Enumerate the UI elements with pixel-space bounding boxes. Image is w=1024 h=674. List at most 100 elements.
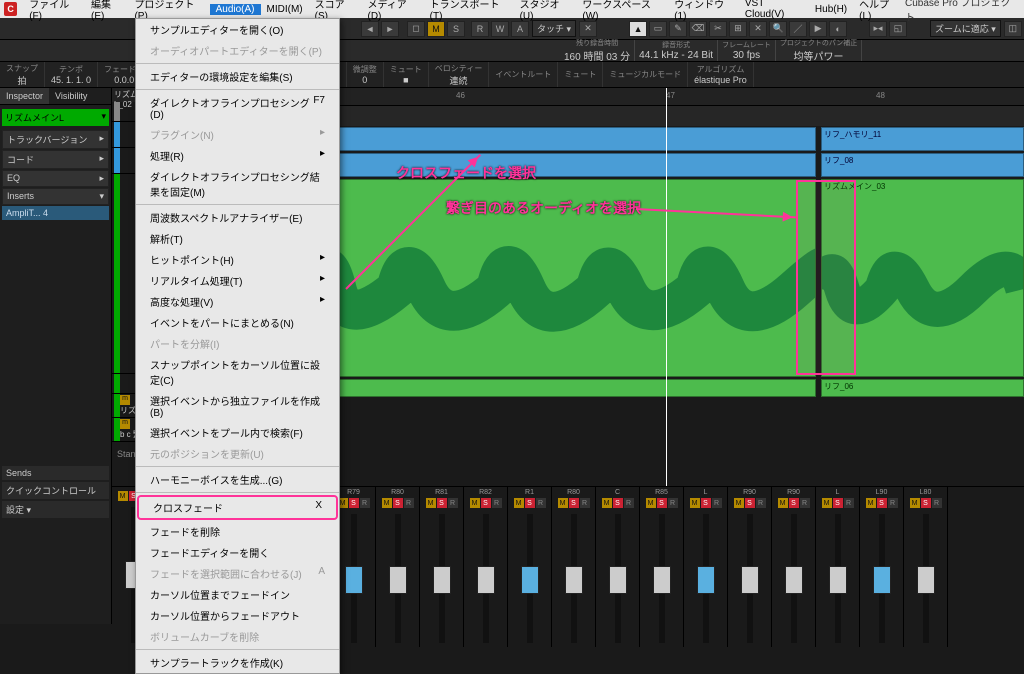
info-cell[interactable]: 微調整0 bbox=[347, 62, 384, 87]
menu-item[interactable]: 選択イベントをプール内で検索(F) bbox=[136, 422, 339, 443]
menu-item: フェードを選択範囲に合わせる(J)A bbox=[136, 563, 339, 584]
menu-item[interactable]: フェードを削除 bbox=[136, 521, 339, 542]
menu-item[interactable]: ダイレクトオフラインプロセシング結果を固定(M) bbox=[136, 166, 339, 202]
snap-toggle[interactable]: ▸◂ bbox=[869, 21, 887, 37]
inspector-sends[interactable]: Sends bbox=[2, 466, 109, 480]
automation-mode[interactable]: タッチ ▾ bbox=[532, 20, 576, 37]
channel-strip[interactable]: R1MSR bbox=[508, 487, 552, 647]
tab-visibility[interactable]: Visibility bbox=[49, 88, 93, 104]
read-automation[interactable]: R bbox=[471, 21, 489, 37]
menu-item: パートを分解(I) bbox=[136, 333, 339, 354]
channel-strip[interactable]: R81MSR bbox=[420, 487, 464, 647]
tool-glue-icon[interactable]: ⊞ bbox=[729, 21, 747, 37]
channel-strip[interactable]: L90MSR bbox=[860, 487, 904, 647]
inspector-eq[interactable]: EQ▸ bbox=[2, 170, 109, 187]
menu-item[interactable]: カーソル位置からフェードアウト bbox=[136, 605, 339, 626]
info-cell[interactable]: アルゴリズムélastique Pro bbox=[688, 62, 754, 87]
menu-item[interactable]: エディターの環境設定を編集(S) bbox=[136, 66, 339, 87]
menu-transport[interactable]: トランスポート(T) bbox=[424, 0, 514, 22]
history-fwd-icon[interactable]: ► bbox=[381, 21, 399, 37]
info-cell[interactable]: ベロシティー連続 bbox=[429, 62, 490, 87]
channel-strip[interactable]: R90MSR bbox=[772, 487, 816, 647]
inspector-inserts[interactable]: Inserts▾ bbox=[2, 188, 109, 205]
menu-item[interactable]: 選択イベントから独立ファイルを作成(B) bbox=[136, 390, 339, 422]
menu-item[interactable]: 解析(T) bbox=[136, 228, 339, 249]
mute-button[interactable]: M bbox=[427, 21, 445, 37]
menu-bar: C ファイル(F) 編集(E) プロジェクト(P) Audio(A) MIDI(… bbox=[0, 0, 1024, 18]
constrain-icon[interactable]: ◻ bbox=[407, 21, 425, 37]
menu-item: 元のポジションを更新(U) bbox=[136, 443, 339, 464]
menu-item[interactable]: サンプルエディターを開く(O) bbox=[136, 19, 339, 40]
menu-item[interactable]: 周波数スペクトルアナライザー(E) bbox=[136, 207, 339, 228]
automation-a[interactable]: A bbox=[511, 21, 529, 37]
menu-media[interactable]: メディア(D) bbox=[362, 0, 424, 22]
menu-studio[interactable]: スタジオ(U) bbox=[514, 0, 577, 22]
inspector-lower: Sends クイックコントロール 設定 ▾ bbox=[0, 464, 112, 624]
menu-vstcloud[interactable]: VST Cloud(V) bbox=[739, 0, 809, 20]
channel-strip[interactable]: R90MSR bbox=[728, 487, 772, 647]
channel-strip[interactable]: L80MSR bbox=[904, 487, 948, 647]
info-cell[interactable]: ミュート■ bbox=[384, 62, 429, 87]
menu-item[interactable]: スナップポイントをカーソル位置に設定(C) bbox=[136, 354, 339, 390]
channel-strip[interactable]: R80MSR bbox=[376, 487, 420, 647]
menu-hub[interactable]: Hub(H) bbox=[809, 4, 853, 15]
menu-item[interactable]: カーソル位置までフェードイン bbox=[136, 584, 339, 605]
menu-item[interactable]: サンプラートラックを作成(K) bbox=[136, 652, 339, 673]
tool-scissors-icon[interactable]: ✂ bbox=[709, 21, 727, 37]
inspector-settings[interactable]: 設定 ▾ bbox=[2, 501, 109, 518]
inspector-chord[interactable]: コード▸ bbox=[2, 150, 109, 169]
inspector-track-name[interactable]: リズムメインL▾ bbox=[2, 109, 109, 126]
tool-range-icon[interactable]: ▭ bbox=[649, 21, 667, 37]
menu-item[interactable]: ハーモニーボイスを生成...(G) bbox=[136, 469, 339, 490]
menu-item[interactable]: 処理(R)▸ bbox=[136, 145, 339, 166]
menu-item[interactable]: ダイレクトオフラインプロセシング(D)F7 bbox=[136, 92, 339, 124]
channel-strip[interactable]: R82MSR bbox=[464, 487, 508, 647]
menu-help[interactable]: ヘルプ(L) bbox=[853, 0, 905, 22]
menu-audio[interactable]: Audio(A) bbox=[210, 4, 261, 15]
tool-pencil-icon[interactable]: ✎ bbox=[669, 21, 687, 37]
channel-strip[interactable]: R80MSR bbox=[552, 487, 596, 647]
playhead[interactable] bbox=[666, 88, 667, 486]
menu-workspace[interactable]: ワークスペース(W) bbox=[576, 0, 668, 22]
menu-file[interactable]: ファイル(F) bbox=[23, 0, 85, 22]
inspector-quick[interactable]: クイックコントロール bbox=[2, 482, 109, 499]
menu-item[interactable]: リアルタイム処理(T)▸ bbox=[136, 270, 339, 291]
info-cell[interactable]: イベントルート bbox=[489, 62, 558, 87]
tool-erase-icon[interactable]: ⌫ bbox=[689, 21, 707, 37]
window-title: Cubase Pro プロジェクト bbox=[905, 0, 1020, 24]
menu-item[interactable]: フェードエディターを開く bbox=[136, 542, 339, 563]
tool-line-icon[interactable]: ／ bbox=[789, 21, 807, 37]
solo-button[interactable]: S bbox=[447, 21, 465, 37]
tool-play-icon[interactable]: ▶ bbox=[809, 21, 827, 37]
tool-zoom-icon[interactable]: 🔍 bbox=[769, 21, 787, 37]
tool-cross-icon[interactable]: ✕ bbox=[579, 21, 597, 37]
tool-color-icon[interactable]: ◐ bbox=[829, 21, 847, 37]
channel-strip[interactable]: LMSR bbox=[684, 487, 728, 647]
channel-strip[interactable]: R85MSR bbox=[640, 487, 684, 647]
tool-pointer-icon[interactable]: ▲ bbox=[629, 21, 647, 37]
menu-item[interactable]: ヒットポイント(H)▸ bbox=[136, 249, 339, 270]
tool-mute-icon[interactable]: ✕ bbox=[749, 21, 767, 37]
write-automation[interactable]: W bbox=[491, 21, 509, 37]
inspector-panel: Inspector Visibility リズムメインL▾ トラックバージョン▸… bbox=[0, 88, 112, 486]
info-cell[interactable]: ミュージカルモード bbox=[603, 62, 688, 87]
history-back-icon[interactable]: ◄ bbox=[361, 21, 379, 37]
insert-slot-1[interactable]: AmpliT... 4 bbox=[2, 206, 109, 220]
menu-item[interactable]: イベントをパートにまとめる(N) bbox=[136, 312, 339, 333]
channel-strip[interactable]: CMSR bbox=[596, 487, 640, 647]
info-cell[interactable]: テンポ45. 1. 1. 0 bbox=[45, 62, 98, 87]
annotation-select-audio: 繋ぎ目のあるオーディオを選択 bbox=[446, 198, 641, 218]
menu-item[interactable]: クロスフェードX bbox=[137, 495, 338, 520]
annotation-selection-box bbox=[796, 180, 856, 375]
menu-midi[interactable]: MIDI(M) bbox=[261, 4, 309, 15]
channel-strip[interactable]: LMSR bbox=[816, 487, 860, 647]
inspector-trackversion[interactable]: トラックバージョン▸ bbox=[2, 130, 109, 149]
menu-edit[interactable]: 編集(E) bbox=[85, 0, 128, 22]
audio-menu-dropdown[interactable]: サンプルエディターを開く(O)オーディオパートエディターを開く(P)エディターの… bbox=[135, 18, 340, 674]
info-cell[interactable]: ミュート bbox=[558, 62, 603, 87]
menu-item: プラグイン(N)▸ bbox=[136, 124, 339, 145]
menu-item[interactable]: 高度な処理(V)▸ bbox=[136, 291, 339, 312]
info-cell[interactable]: スナップ拍 bbox=[0, 62, 45, 87]
menu-window[interactable]: ウィンドウ(1) bbox=[668, 0, 739, 22]
tab-inspector[interactable]: Inspector bbox=[0, 88, 49, 104]
